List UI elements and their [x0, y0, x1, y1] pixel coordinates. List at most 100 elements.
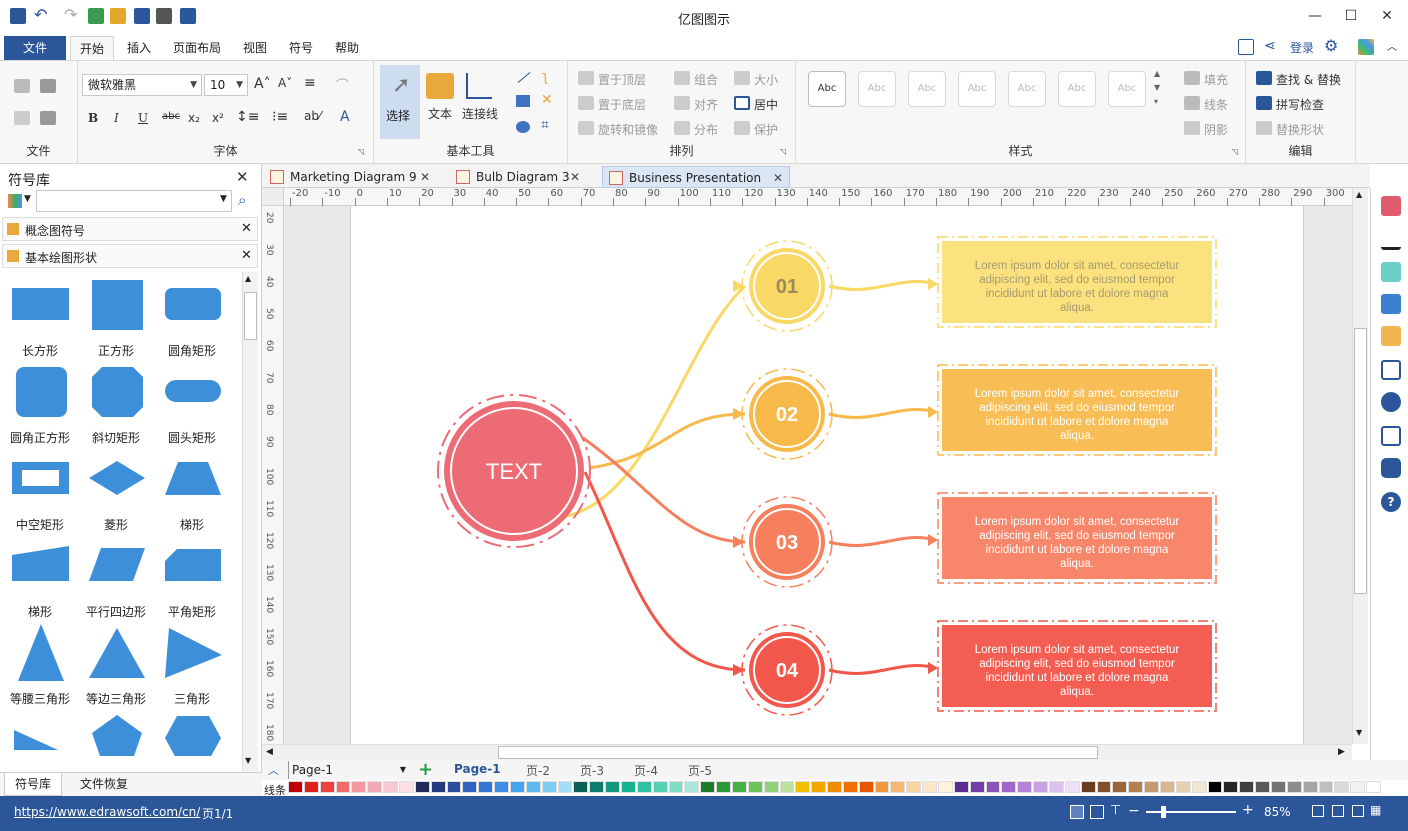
layers-icon[interactable] [1381, 326, 1401, 346]
diamond-shape[interactable] [89, 461, 145, 495]
color-swatch[interactable] [668, 781, 684, 793]
color-swatch[interactable] [953, 781, 969, 793]
triangle-shape[interactable] [165, 628, 222, 678]
color-swatch[interactable] [763, 781, 779, 793]
zoom-in-icon[interactable]: + [1242, 802, 1254, 818]
style-swatch-4[interactable]: Abc [958, 71, 996, 107]
color-swatch[interactable] [1318, 781, 1334, 793]
color-swatch[interactable] [509, 781, 525, 793]
spell-check-button[interactable]: 拼写检查 [1276, 96, 1324, 113]
color-swatch[interactable] [906, 781, 922, 793]
close-icon[interactable]: ✕ [236, 168, 249, 186]
distribute-button[interactable]: 分布 [694, 121, 718, 138]
page-tab-5[interactable]: 页-5 [688, 762, 712, 779]
color-swatch[interactable] [779, 781, 795, 793]
theme-icon[interactable] [1358, 39, 1374, 55]
hexagon-shape[interactable] [165, 716, 221, 756]
library-scrollbar[interactable]: ▲ ▼ [242, 272, 258, 772]
chamfered-rectangle-shape[interactable] [92, 367, 143, 417]
horizontal-ruler[interactable]: -20 -10 0 10 20 30 40 50 60 70 80 90 100 110 120 130 140… [284, 188, 1352, 206]
capsule-rectangle-shape[interactable] [165, 380, 221, 402]
scroll-left-icon[interactable]: ◀ [266, 747, 273, 757]
scroll-thumb[interactable] [244, 292, 257, 340]
color-swatch[interactable] [1175, 781, 1191, 793]
italic-button[interactable]: I [114, 111, 119, 125]
color-swatch[interactable] [652, 781, 668, 793]
color-swatch[interactable] [589, 781, 605, 793]
page-view-icon[interactable] [1070, 805, 1084, 819]
color-swatch[interactable] [383, 781, 398, 793]
library-menu-icon[interactable] [8, 194, 22, 208]
color-swatch[interactable] [1096, 781, 1112, 793]
color-swatch[interactable] [874, 781, 890, 793]
bring-front-button[interactable]: 置于顶层 [598, 71, 646, 88]
page-select[interactable]: Page-1 ▼ [288, 761, 408, 779]
align-icon[interactable]: ≡ [304, 75, 316, 91]
library-category-1[interactable]: 概念图符号 ✕ [2, 217, 258, 241]
text-tool-icon[interactable] [426, 73, 454, 99]
protect-button[interactable]: 保护 [754, 121, 778, 138]
style-swatch-7[interactable]: Abc [1108, 71, 1146, 107]
fill-button[interactable]: 填充 [1204, 71, 1228, 88]
line-icon[interactable] [517, 71, 531, 84]
login-link[interactable]: 登录 [1284, 36, 1320, 60]
rectangle-shape[interactable] [12, 288, 69, 320]
subscript-button[interactable]: x₂ [188, 111, 200, 125]
share-icon[interactable]: ⋖ [1264, 39, 1280, 55]
color-swatch[interactable] [858, 781, 874, 793]
color-swatch[interactable] [827, 781, 842, 793]
isosceles-triangle-shape[interactable] [18, 624, 64, 681]
group-button[interactable]: 组合 [694, 71, 718, 88]
color-swatch[interactable] [1334, 781, 1350, 793]
drawing-page[interactable]: TEXT 01 Lorem ipsum dolor sit amet, consec… [350, 206, 1304, 744]
color-swatch[interactable] [1286, 781, 1302, 793]
font-name-select[interactable]: 微软雅黑 ▼ [82, 74, 202, 96]
scroll-down-icon[interactable]: ▼ [1356, 728, 1362, 737]
page-tab-3[interactable]: 页-3 [580, 762, 604, 779]
website-link[interactable]: https://www.edrawsoft.com/cn/ [14, 805, 200, 819]
library-search-input[interactable] [36, 190, 232, 212]
fit-width-icon[interactable] [1332, 805, 1344, 817]
color-swatch[interactable] [795, 781, 811, 793]
paste-icon[interactable] [40, 111, 56, 125]
scroll-down-icon[interactable]: ▼ [245, 756, 251, 765]
color-swatch[interactable] [1271, 781, 1286, 793]
help-icon[interactable]: ? [1381, 492, 1401, 512]
style-swatch-2[interactable]: Abc [858, 71, 896, 107]
color-swatch[interactable] [747, 781, 763, 793]
trapezoid-shape[interactable] [165, 462, 221, 495]
tab-file-recovery[interactable]: 文件恢复 [74, 773, 134, 796]
restore-button[interactable]: ☐ [1336, 4, 1366, 28]
color-swatch[interactable] [1064, 781, 1080, 793]
color-swatch[interactable] [525, 781, 541, 793]
style-scroll-icon[interactable]: ▲ ▼ ▾ [1154, 67, 1160, 109]
color-swatch[interactable] [1350, 781, 1366, 793]
find-replace-button[interactable]: 查找 & 替换 [1276, 71, 1341, 88]
color-swatch[interactable] [1366, 781, 1381, 793]
align-objects-button[interactable]: 对齐 [694, 96, 718, 113]
full-screen-icon[interactable] [1352, 805, 1364, 817]
connector-tool-label[interactable]: 连接线 [462, 105, 498, 122]
style-swatch-6[interactable]: Abc [1058, 71, 1096, 107]
copy-icon[interactable] [14, 111, 30, 125]
page-tab-4[interactable]: 页-4 [634, 762, 658, 779]
ellipse-icon[interactable] [516, 121, 530, 133]
color-swatch[interactable] [1191, 781, 1207, 793]
search-icon[interactable]: ⌕ [238, 191, 246, 209]
hollow-rectangle-shape[interactable] [12, 462, 69, 494]
color-swatch[interactable] [1223, 781, 1239, 793]
color-swatch[interactable] [478, 781, 494, 793]
page-tab-1[interactable]: Page-1 [454, 762, 501, 776]
rounded-square-shape[interactable] [16, 367, 67, 417]
scroll-up-icon[interactable]: ▲ [245, 274, 251, 283]
zoom-slider-track[interactable] [1146, 811, 1236, 813]
close-icon[interactable]: ✕ [570, 166, 580, 188]
superscript-button[interactable]: x² [212, 111, 224, 125]
tab-home[interactable]: 开始 [70, 36, 114, 60]
gear-icon[interactable]: ⚙ [1324, 38, 1340, 55]
color-swatch[interactable] [319, 781, 335, 793]
square-shape[interactable] [92, 280, 143, 330]
rounded-rectangle-shape[interactable] [165, 288, 221, 320]
color-swatch[interactable] [446, 781, 462, 793]
color-swatch[interactable] [684, 781, 700, 793]
